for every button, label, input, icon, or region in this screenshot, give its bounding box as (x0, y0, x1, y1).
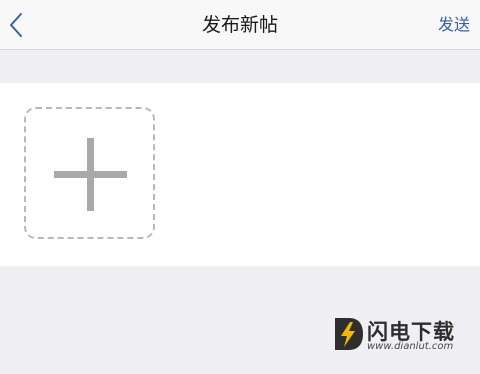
image-attachment-panel (0, 83, 480, 266)
section-spacer (0, 50, 480, 83)
lightning-d-logo (335, 318, 363, 350)
watermark: 闪电下载 www.dianlut.com (330, 316, 475, 356)
send-button[interactable]: 发送 (438, 0, 470, 50)
watermark-url: www.dianlut.com (367, 341, 454, 352)
add-image-button[interactable] (24, 107, 155, 239)
back-button[interactable] (4, 8, 34, 42)
page-title: 发布新帖 (201, 14, 278, 36)
chevron-left-icon (10, 13, 22, 37)
navigation-bar: 发布新帖 发送 (0, 0, 480, 50)
